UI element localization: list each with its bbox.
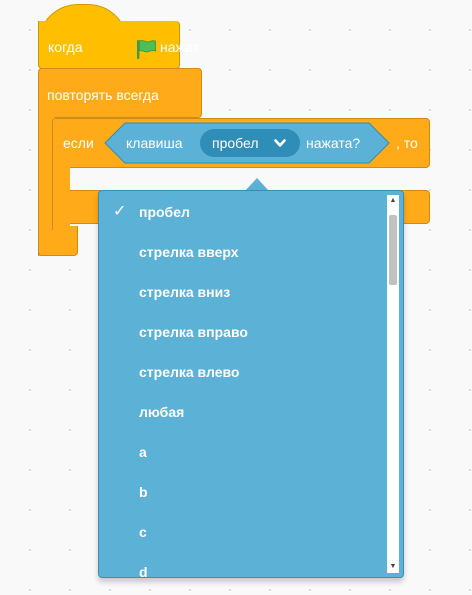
- menu-item-label: стрелка вверх: [139, 244, 239, 260]
- if-block-mouth: [70, 168, 410, 190]
- if-label: если: [63, 135, 94, 151]
- menu-item-down-arrow[interactable]: стрелка вниз: [99, 272, 379, 312]
- menu-item-right-arrow[interactable]: стрелка вправо: [99, 312, 379, 352]
- menu-item-d[interactable]: d: [99, 552, 379, 578]
- if-block-arm: [52, 160, 70, 230]
- menu-item-b[interactable]: b: [99, 472, 379, 512]
- menu-item-any[interactable]: любая: [99, 392, 379, 432]
- key-pressed-block[interactable]: клавиша пробел нажата?: [104, 122, 390, 164]
- scroll-thumb[interactable]: [389, 215, 397, 285]
- menu-item-label: стрелка влево: [139, 364, 240, 380]
- scroll-down-icon[interactable]: ▼: [387, 561, 399, 573]
- when-flag-clicked-block[interactable]: когда: [38, 4, 180, 74]
- menu-item-c[interactable]: c: [99, 512, 379, 552]
- menu-item-label: стрелка вправо: [139, 324, 248, 340]
- forever-block-bottom: [38, 226, 78, 256]
- green-flag-icon: [137, 40, 156, 59]
- forever-label: повторять всегда: [47, 87, 159, 103]
- menu-item-label: пробел: [139, 204, 190, 220]
- pressed-label: нажата?: [306, 135, 361, 151]
- clicked-label: нажат: [160, 39, 199, 55]
- then-label: , то: [396, 135, 418, 151]
- menu-item-space[interactable]: ✓ пробел: [99, 192, 379, 232]
- menu-item-up-arrow[interactable]: стрелка вверх: [99, 232, 379, 272]
- menu-item-label: a: [139, 444, 147, 460]
- menu-item-label: любая: [139, 404, 185, 420]
- menu-item-label: b: [139, 484, 148, 500]
- scroll-up-icon[interactable]: ▲: [387, 195, 399, 207]
- check-icon: ✓: [113, 203, 127, 220]
- menu-item-label: c: [139, 524, 147, 540]
- key-dropdown-value: пробел: [212, 135, 259, 151]
- when-label: когда: [48, 39, 83, 55]
- menu-scrollbar[interactable]: ▲ ▼: [387, 195, 399, 573]
- key-label: клавиша: [126, 135, 183, 151]
- menu-item-left-arrow[interactable]: стрелка влево: [99, 352, 379, 392]
- menu-item-a[interactable]: a: [99, 432, 379, 472]
- chevron-down-icon: [274, 139, 286, 147]
- key-dropdown[interactable]: пробел: [200, 129, 300, 157]
- menu-item-label: стрелка вниз: [139, 284, 231, 300]
- key-dropdown-menu[interactable]: ✓ пробел стрелка вверх стрелка вниз стре…: [98, 190, 404, 578]
- menu-item-label: d: [139, 564, 148, 578]
